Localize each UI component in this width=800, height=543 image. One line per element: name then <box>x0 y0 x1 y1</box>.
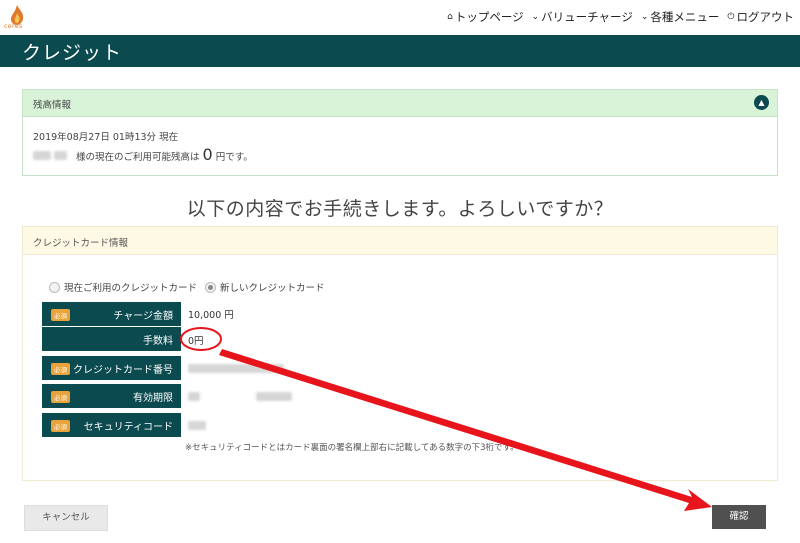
nav-value-charge[interactable]: ⌄ バリューチャージ <box>532 9 633 25</box>
required-badge: 必須 <box>51 391 70 403</box>
radio-label: 新しいクレジットカード <box>220 283 325 294</box>
redacted-name <box>54 151 67 160</box>
radio-icon <box>49 281 60 293</box>
card-type-radios: 現在ご利用のクレジットカード 新しいクレジットカード <box>49 280 325 294</box>
chevron-up-icon[interactable]: ▲ <box>754 95 769 110</box>
home-icon: ⌂ <box>447 12 453 22</box>
nav-label: ログアウト <box>736 10 795 24</box>
redacted-name <box>33 151 51 160</box>
radio-selected-icon <box>205 281 217 293</box>
page-title: クレジット <box>22 42 123 64</box>
security-code-note: ※セキュリティコードとはカード裏面の署名欄上部右に記載してある数字の下3桁です。 <box>185 443 519 453</box>
chevron-down-icon: ⌄ <box>531 12 540 22</box>
required-badge: 必須 <box>51 309 70 321</box>
charge-amount-label: 必須 チャージ金額 <box>42 302 181 326</box>
radio-existing-card[interactable]: 現在ご利用のクレジットカード <box>49 280 197 294</box>
nav-label: 各種メニュー <box>650 10 720 24</box>
nav-label: バリューチャージ <box>541 10 633 24</box>
redacted-card-number <box>188 364 284 373</box>
nav-menus[interactable]: ⌄ 各種メニュー <box>641 9 720 25</box>
redacted-expiry-year <box>256 392 292 401</box>
nav-label: トップページ <box>454 10 524 24</box>
title-bar: クレジット <box>0 35 800 67</box>
redacted-expiry-month <box>188 392 200 401</box>
confirm-button[interactable]: 確認 <box>712 505 766 529</box>
redacted-security-code <box>188 421 206 430</box>
card-info-panel: クレジットカード情報 現在ご利用のクレジットカード 新しいクレジットカード 必須… <box>22 226 778 481</box>
top-nav: ⌂ トップページ ⌄ バリューチャージ ⌄ 各種メニュー ⏻ ログアウト <box>447 9 794 25</box>
required-badge: 必須 <box>51 420 70 432</box>
logo-text: ceres <box>4 23 23 30</box>
radio-label: 現在ご利用のクレジットカード <box>64 283 198 294</box>
balance-datetime: 2019年08月27日 01時13分 現在 <box>33 132 179 143</box>
fee-value: 0円 <box>188 336 204 347</box>
chevron-down-icon: ⌄ <box>640 12 649 22</box>
radio-new-card[interactable]: 新しいクレジットカード <box>205 280 325 294</box>
balance-panel: 残高情報 ▲ 2019年08月27日 01時13分 現在 様の現在のご利用可能残… <box>22 89 778 176</box>
confirm-heading: 以下の内容でお手続きします。よろしいですか？ <box>186 198 614 220</box>
balance-panel-header[interactable]: 残高情報 ▲ <box>23 90 777 117</box>
nav-logout[interactable]: ⏻ ログアウト <box>727 9 794 25</box>
expiry-label: 必須 有効期限 <box>42 384 181 408</box>
nav-top-page[interactable]: ⌂ トップページ <box>447 9 524 25</box>
balance-panel-title: 残高情報 <box>33 100 72 111</box>
cancel-button[interactable]: キャンセル <box>24 505 108 531</box>
security-code-label: 必須 セキュリティコード <box>42 413 181 437</box>
power-icon: ⏻ <box>727 12 735 22</box>
card-info-header: クレジットカード情報 <box>23 227 777 255</box>
charge-amount-value: 10,000 円 <box>188 310 234 321</box>
balance-amount: 0 <box>202 145 213 164</box>
card-number-label: 必須 クレジットカード番号 <box>42 356 181 380</box>
required-badge: 必須 <box>51 363 70 375</box>
balance-line: 様の現在のご利用可能残高は 0 円です。 <box>33 145 253 164</box>
balance-unit: 円です。 <box>215 152 253 163</box>
balance-text: 様の現在のご利用可能残高は <box>76 152 200 163</box>
card-info-title: クレジットカード情報 <box>33 238 129 249</box>
fee-label: 手数料 <box>42 327 181 351</box>
